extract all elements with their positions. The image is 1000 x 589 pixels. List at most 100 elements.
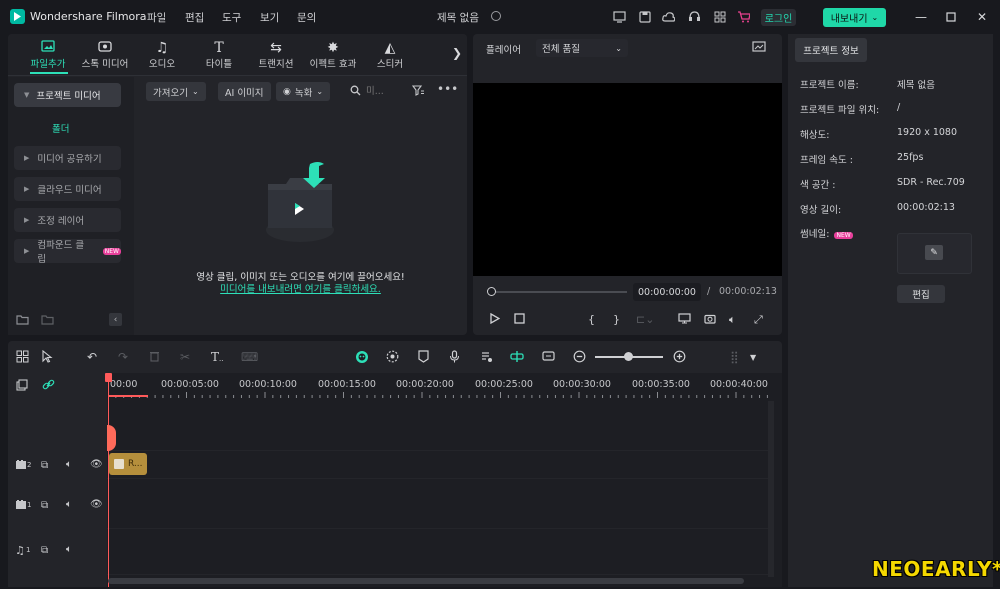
export-media-link[interactable]: 미디어를 내보내려면 여기를 클릭하세요. — [134, 281, 467, 295]
eye-icon[interactable]: 👁︎ — [90, 499, 103, 510]
menu-tools[interactable]: 도구 — [222, 10, 241, 25]
record-dropdown[interactable]: ◉ 녹화 ⌄ — [276, 82, 331, 101]
select-cursor-icon[interactable] — [41, 349, 54, 366]
playhead-grip[interactable] — [107, 425, 116, 451]
player-quality-dropdown[interactable]: 전체 품질 ⌄ — [536, 39, 628, 57]
layout-grid-icon[interactable] — [16, 350, 29, 366]
video-preview-screen[interactable] — [473, 83, 782, 276]
filter-icon[interactable] — [411, 85, 425, 99]
fit-timeline-icon[interactable] — [542, 350, 555, 365]
save-icon[interactable] — [638, 10, 651, 23]
volume-icon[interactable]: 🔈︎ — [729, 313, 736, 327]
volume-icon[interactable]: 🔈︎ — [66, 459, 72, 470]
track-row-audio-1[interactable] — [107, 529, 768, 575]
cloud-upload-icon[interactable] — [662, 10, 675, 23]
playhead-line[interactable] — [108, 375, 109, 587]
snap-magnet-icon[interactable] — [510, 350, 524, 366]
scissors-icon[interactable]: ✂ — [180, 350, 190, 364]
marker-icon[interactable] — [418, 350, 429, 366]
apps-grid-icon[interactable] — [713, 10, 726, 23]
sidebar-item-compound-clip[interactable]: ▶ 컴파운드 클립 NEW — [14, 239, 121, 265]
audio-mix-icon[interactable] — [480, 350, 493, 366]
tab-stock-media[interactable]: 스톡 미디어 — [79, 40, 131, 70]
track-row-empty[interactable] — [107, 401, 768, 451]
chevron-right-icon[interactable]: ❯ — [452, 46, 462, 60]
redo-icon[interactable]: ↷ — [118, 350, 128, 364]
current-time-display[interactable]: 00:00:00:00 — [633, 283, 701, 301]
fullscreen-icon[interactable]: ⤢ — [754, 313, 763, 327]
cart-icon[interactable] — [737, 10, 750, 23]
sidebar-item-project-media[interactable]: ▼ 프로젝트 미디어 — [14, 83, 121, 107]
tab-import[interactable]: 파일추가 — [22, 40, 74, 70]
search-input[interactable] — [366, 83, 401, 100]
lock-icon[interactable]: ⧉ — [41, 545, 48, 556]
zoom-out-icon[interactable] — [573, 350, 586, 366]
track-row-video-2[interactable] — [107, 451, 768, 479]
eye-icon[interactable]: 👁︎ — [90, 459, 103, 470]
login-button[interactable]: 로그인 — [761, 9, 796, 26]
vertical-scrollbar[interactable] — [768, 401, 774, 577]
text-tool-icon[interactable]: T.. — [211, 350, 223, 364]
new-folder-icon[interactable] — [16, 314, 29, 328]
support-headset-icon[interactable] — [688, 10, 701, 23]
sidebar-item-share-media[interactable]: ▶ 미디어 공유하기 — [14, 146, 121, 170]
link-icon[interactable] — [42, 378, 55, 394]
tab-titles[interactable]: T 타이틀 — [193, 40, 245, 70]
add-track-icon[interactable] — [16, 379, 28, 394]
ai-copilot-icon[interactable] — [355, 350, 369, 367]
zoom-slider-handle[interactable] — [624, 352, 633, 361]
mark-out-icon[interactable]: } — [613, 313, 620, 326]
collapse-sidebar-icon[interactable]: ‹ — [109, 313, 122, 326]
edit-thumbnail-button[interactable]: 편집 — [897, 285, 945, 303]
folder-icon[interactable] — [41, 314, 54, 328]
insert-icon[interactable]: ⊏⌄ — [636, 313, 654, 326]
microphone-icon[interactable] — [449, 350, 460, 366]
undo-icon[interactable]: ↶ — [87, 350, 97, 364]
volume-icon[interactable]: 🔈︎ — [66, 544, 72, 555]
minimize-icon[interactable]: — — [912, 8, 930, 26]
horizontal-scrollbar[interactable] — [108, 578, 744, 584]
tab-project-info[interactable]: 프로젝트 정보 — [795, 38, 867, 62]
maximize-icon[interactable] — [942, 8, 960, 26]
tab-stickers[interactable]: ◭ 스티커 — [364, 40, 416, 70]
lock-icon[interactable]: ⧉ — [41, 460, 48, 471]
pencil-icon[interactable]: ✎ — [925, 245, 943, 260]
sidebar-item-folder[interactable]: 폴더 — [52, 121, 69, 135]
display-settings-icon[interactable] — [678, 313, 691, 327]
speech-to-text-icon[interactable]: ⌨ — [241, 350, 258, 364]
track-row-video-1[interactable] — [107, 479, 768, 529]
menu-edit[interactable]: 편집 — [185, 10, 204, 25]
delete-icon[interactable] — [149, 350, 160, 365]
more-options-icon[interactable]: ••• — [437, 82, 458, 96]
lock-icon[interactable]: ⧉ — [41, 500, 48, 511]
menu-help[interactable]: 문의 — [297, 10, 316, 25]
sidebar-item-cloud-media[interactable]: ▶ 클라우드 미디어 — [14, 177, 121, 201]
monitor-icon[interactable] — [613, 10, 626, 23]
image-preview-icon[interactable] — [752, 41, 766, 55]
mark-in-icon[interactable]: { — [588, 313, 595, 326]
camera-snapshot-icon[interactable] — [704, 313, 716, 327]
save-status-icon — [491, 11, 501, 21]
search-icon[interactable] — [350, 85, 361, 99]
import-dropdown[interactable]: 가져오기 ⌄ — [146, 82, 206, 101]
menu-file[interactable]: 파일 — [147, 10, 166, 25]
tab-audio[interactable]: ♫ 오디오 — [136, 40, 188, 70]
zoom-in-icon[interactable] — [673, 350, 686, 366]
tab-transitions[interactable]: ⇆ 트랜지션 — [250, 40, 302, 70]
volume-icon[interactable]: 🔈︎ — [66, 499, 72, 510]
tab-effects[interactable]: ✸ 이펙트 효과 — [307, 40, 359, 70]
caret-down-icon[interactable]: ▼ — [750, 353, 756, 362]
menu-view[interactable]: 보기 — [260, 10, 279, 25]
stop-icon[interactable] — [514, 313, 525, 327]
ai-image-button[interactable]: AI 이미지 — [218, 82, 271, 101]
track-layout-icon[interactable]: ⣿ — [730, 350, 739, 364]
scrubber-handle[interactable] — [487, 287, 496, 296]
export-button[interactable]: 내보내기 ⌄ — [823, 8, 886, 27]
timeline-clip[interactable]: R... — [109, 453, 147, 475]
playhead-handle[interactable] — [105, 373, 112, 382]
playback-scrubber[interactable] — [491, 291, 627, 293]
render-preview-icon[interactable] — [386, 350, 399, 366]
close-icon[interactable]: ✕ — [973, 8, 991, 26]
play-icon[interactable] — [489, 312, 501, 327]
sidebar-item-adjustment-layer[interactable]: ▶ 조정 레이어 — [14, 208, 121, 232]
